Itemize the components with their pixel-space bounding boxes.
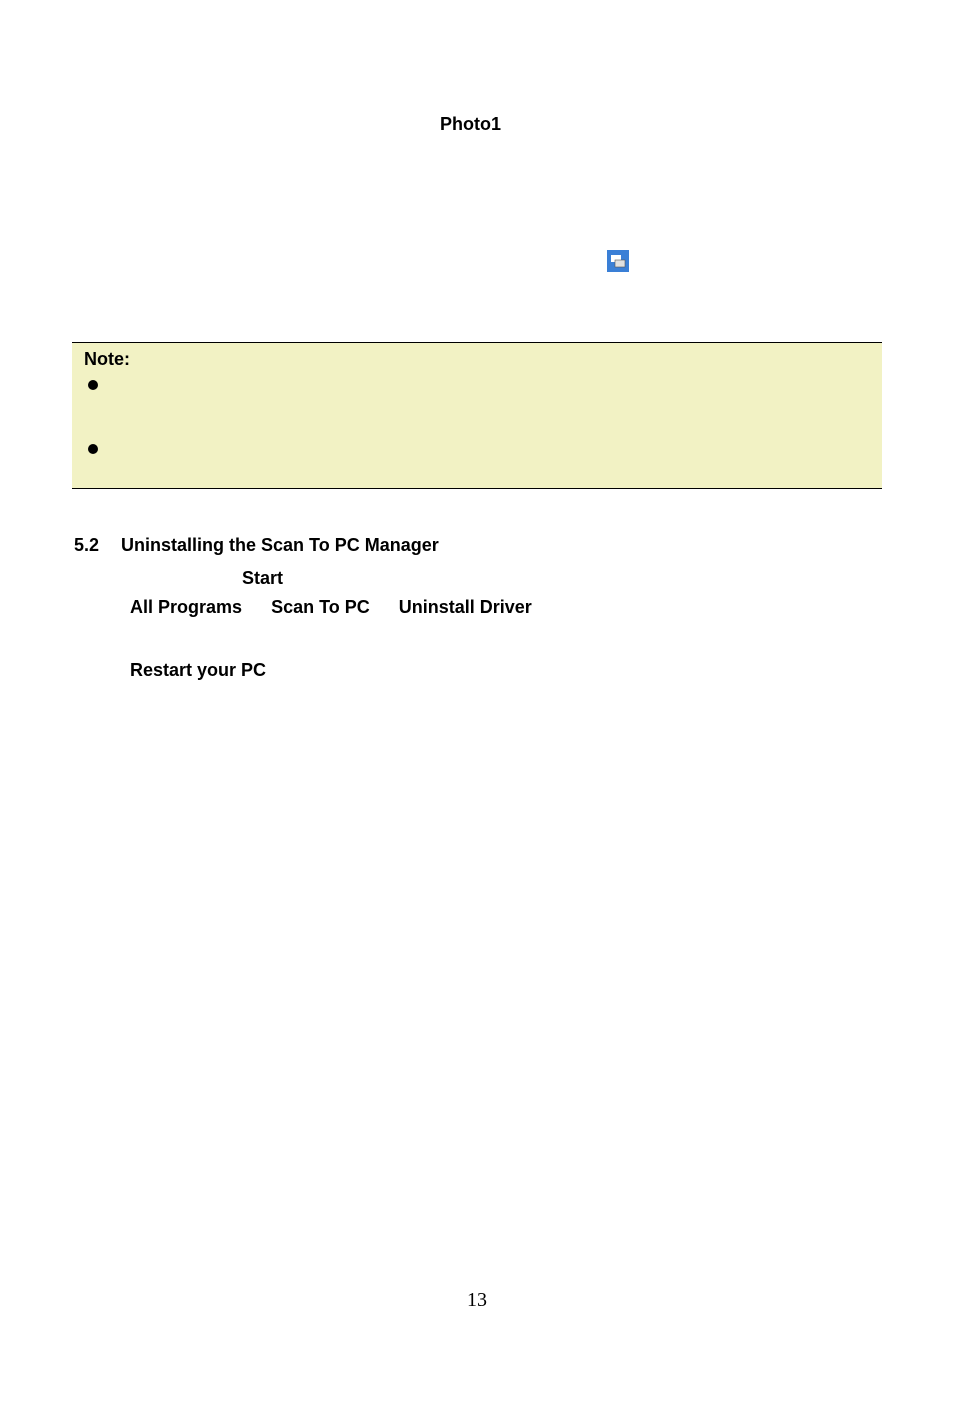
section-title: Uninstalling the Scan To PC Manager <box>121 535 439 556</box>
instruction-line-1: Start <box>130 564 882 593</box>
section-5-2: 5.2 Uninstalling the Scan To PC Manager … <box>74 535 882 684</box>
scanner-tray-icon <box>607 250 629 272</box>
instruction-line-2: All Programs Scan To PC Uninstall Driver <box>130 593 882 622</box>
note-item <box>84 438 870 462</box>
uninstall-driver-label: Uninstall Driver <box>399 593 532 622</box>
note-list <box>84 374 870 462</box>
page: Photo1 Note: 5.2 Uninstalling the Scan T… <box>0 0 954 1402</box>
restart-pc-label: Restart your PC <box>130 660 266 680</box>
photo-caption-row: Photo1 <box>120 114 882 135</box>
note-box: Note: <box>72 342 882 489</box>
tray-icon-row <box>607 250 882 272</box>
section-number: 5.2 <box>74 535 99 556</box>
page-number: 13 <box>0 1289 954 1312</box>
note-title: Note: <box>84 349 870 370</box>
all-programs-label: All Programs <box>130 593 242 622</box>
scan-to-pc-label: Scan To PC <box>271 593 370 622</box>
start-label: Start <box>242 568 283 588</box>
section-body: Start All Programs Scan To PC Uninstall … <box>130 564 882 684</box>
photo-caption: Photo1 <box>440 114 501 135</box>
note-item <box>84 374 870 398</box>
section-heading: 5.2 Uninstalling the Scan To PC Manager <box>74 535 882 556</box>
instruction-line-3: Restart your PC <box>130 656 882 685</box>
